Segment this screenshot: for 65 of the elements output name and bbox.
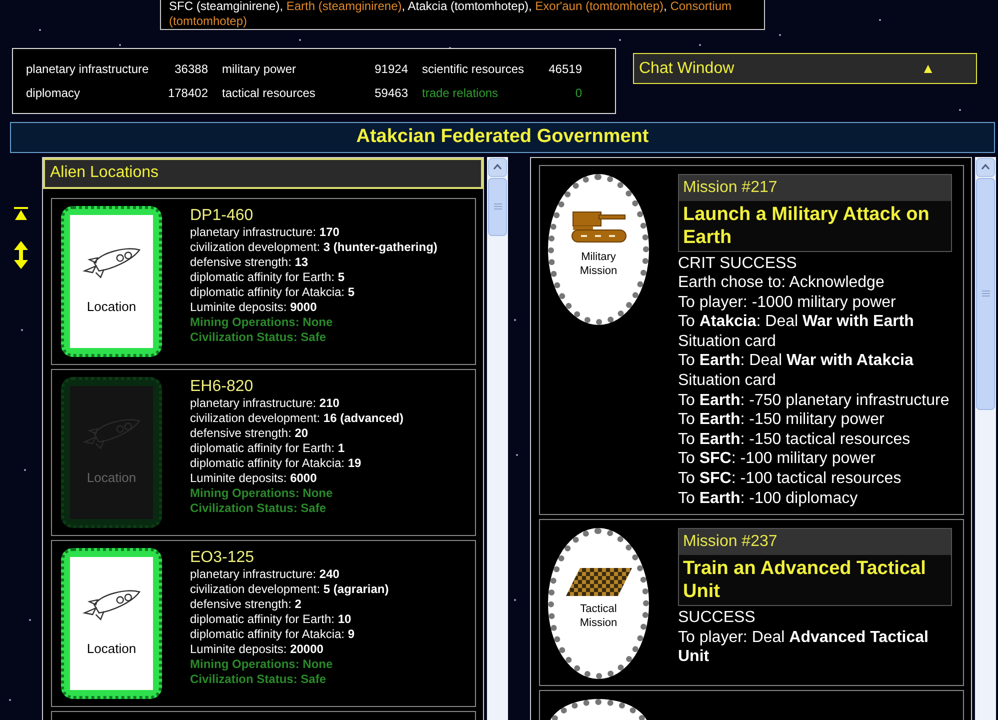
location-status: Mining Operations: None bbox=[190, 656, 334, 672]
stat-label: tactical resources bbox=[222, 85, 316, 102]
location-stat: Luminite deposits: 20000 bbox=[190, 642, 324, 656]
location-stat: diplomatic affinity for Atakcia: 5 bbox=[190, 284, 356, 300]
location-status: Mining Operations: None bbox=[190, 486, 334, 500]
card-label: Location bbox=[86, 640, 136, 658]
location-stat: defensive strength: 2 bbox=[190, 596, 302, 612]
location-status: Civilization Status: Safe bbox=[190, 672, 328, 686]
mission-number: Mission #237 bbox=[679, 529, 951, 556]
location-status: Mining Operations: None bbox=[190, 314, 334, 330]
location-stat: diplomatic affinity for Atakcia: 9 bbox=[190, 626, 356, 642]
location-stat: civilization development: 3 (hunter-gathering) bbox=[190, 240, 438, 254]
card-label: Location bbox=[86, 469, 136, 488]
stat-value: 178402 bbox=[168, 85, 208, 102]
chat-window-title: Chat Window bbox=[639, 58, 734, 78]
mission-effect: To SFC: -100 military power bbox=[678, 449, 876, 470]
location-stat: civilization development: 16 (advanced) bbox=[190, 410, 404, 426]
location-stat: civilization development: 5 (agrarian) bbox=[190, 582, 389, 596]
location-stat: planetary infrastructure: 210 bbox=[190, 396, 340, 410]
location-stat: diplomatic affinity for Earth: 5 bbox=[190, 270, 346, 284]
mission-title: Launch a Military Attack on Earth bbox=[682, 202, 930, 250]
panel-header: Alien Locations bbox=[43, 158, 483, 188]
mission-effect: To Earth: Deal War with Atakcia Situation card bbox=[678, 351, 914, 391]
location-stat: diplomatic affinity for Earth: 1 bbox=[190, 440, 346, 456]
location-status: Civilization Status: Safe bbox=[190, 500, 328, 516]
stat-value: 59463 bbox=[374, 85, 408, 102]
stat-label: diplomacy bbox=[26, 85, 80, 102]
location-stat: planetary infrastructure: 240 bbox=[190, 566, 340, 582]
mission-effect: Earth chose to: Acknowledge bbox=[678, 273, 886, 293]
mission-effect: To Atakcia: Deal War with Earth Situation card bbox=[678, 312, 915, 352]
stat-label: trade relations bbox=[422, 85, 498, 102]
location-name: EO3-125 bbox=[190, 548, 256, 566]
location-stat: planetary infrastructure: 170 bbox=[190, 224, 340, 240]
stat-value: 0 bbox=[575, 85, 582, 102]
players-box: SFC (steamginirene), Earth (steamginirene), Atakcia (tomtomhotep), Exor'aun (tomtomhotep), Consortium (tomtomhotep) bbox=[160, 0, 765, 30]
mission-effect: To Earth: -100 diplomacy bbox=[678, 488, 859, 508]
location-stat: defensive strength: 13 bbox=[190, 254, 310, 270]
mission-effect: To SFC: -100 tactical resources bbox=[678, 469, 902, 489]
mission-effect: To Earth: -150 military power bbox=[678, 410, 886, 430]
stat-value: 46519 bbox=[548, 61, 582, 78]
card-label: Military Mission bbox=[578, 250, 618, 278]
card-label: Location bbox=[86, 298, 136, 316]
faction-title: Atakcian Federated Government bbox=[10, 122, 995, 152]
card-label: Tactical Mission bbox=[578, 602, 618, 630]
location-stat: diplomatic affinity for Atakcia: 19 bbox=[190, 456, 362, 470]
mission-effect: To Earth: -750 planetary infrastructure bbox=[678, 390, 950, 410]
location-stat: Luminite deposits: 6000 bbox=[190, 470, 318, 486]
mission-effect: To Earth: -150 tactical resources bbox=[678, 430, 912, 450]
location-status: Civilization Status: Safe bbox=[190, 330, 328, 344]
location-name: DP1-460 bbox=[190, 206, 254, 224]
stat-label: planetary infrastructure bbox=[26, 61, 149, 78]
stat-value: 36388 bbox=[174, 61, 208, 78]
stat-label: scientific resources bbox=[422, 61, 524, 78]
location-stat: Luminite deposits: 9000 bbox=[190, 300, 318, 314]
mission-outcome: CRIT SUCCESS bbox=[678, 254, 798, 274]
location-name: EH6-820 bbox=[190, 376, 254, 396]
location-stat: diplomatic affinity for Earth: 10 bbox=[190, 612, 352, 626]
location-stat: defensive strength: 20 bbox=[190, 426, 310, 440]
mission-number: Mission #217 bbox=[679, 174, 951, 200]
mission-effect: To player: -1000 military power bbox=[678, 292, 897, 312]
stat-value: 91924 bbox=[374, 61, 408, 78]
mission-title: Train an Advanced Tactical Unit bbox=[682, 557, 927, 604]
stat-label: military power bbox=[222, 61, 296, 78]
mission-effect: To player: Deal Advanced Tactical Unit bbox=[678, 628, 930, 667]
mission-outcome: SUCCESS bbox=[678, 608, 756, 628]
